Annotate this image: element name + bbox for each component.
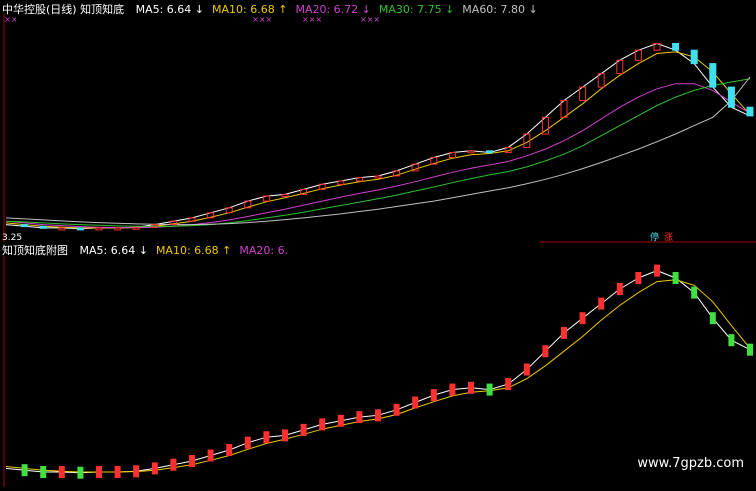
bottom-bar xyxy=(468,381,474,394)
top-mark-3: ××× xyxy=(302,15,323,24)
bottom-bar xyxy=(505,378,512,391)
bottom-line-ma10 xyxy=(5,279,751,473)
bottom-bar xyxy=(486,383,493,396)
bottom-bar xyxy=(635,272,642,284)
bottom-bar xyxy=(337,414,344,427)
bottom-bar xyxy=(654,264,660,277)
bottom-bar xyxy=(151,462,158,475)
top-line-ma30 xyxy=(5,78,751,228)
bottom-bar xyxy=(709,312,716,325)
bottom-bar xyxy=(189,455,195,467)
top-candle xyxy=(672,43,680,51)
bottom-bar xyxy=(21,464,28,477)
bottom-bar xyxy=(412,396,419,409)
bottom-bar xyxy=(226,444,233,456)
bottom-bar xyxy=(40,466,47,478)
bottom-bar xyxy=(58,466,65,478)
top-ma-3: MA30: 7.75 ↓ xyxy=(378,3,455,16)
top-ma-1: MA10: 6.68 ↑ xyxy=(212,3,288,16)
bottom-bar xyxy=(300,423,307,436)
bottom-bar xyxy=(375,409,381,422)
bottom-panel-ma-legend: MA5: 6.64 ↓ MA10: 6.68 ↑ MA20: 6. xyxy=(80,244,297,257)
top-ma-4: MA60: 7.80 ↓ xyxy=(462,3,538,16)
top-mark-4: ××× xyxy=(360,15,381,24)
bottom-panel-bars xyxy=(21,264,753,479)
top-candle xyxy=(727,86,735,108)
top-mark-1: ×× xyxy=(4,15,18,24)
top-panel-header: 中华控股(日线) 知顶知底 MA5: 6.64 ↓ MA10: 6.68 ↑ MA2… xyxy=(2,3,554,16)
bottom-bar xyxy=(356,411,363,424)
top-candle xyxy=(709,63,717,88)
badge-halt: 停 xyxy=(650,233,660,243)
bottom-ma-2: MA20: 6. xyxy=(239,244,289,257)
bottom-bar xyxy=(393,403,400,416)
top-candle xyxy=(76,227,84,231)
watermark: www.7gpzb.com xyxy=(637,456,744,471)
top-line-ma20 xyxy=(5,83,751,229)
top-line-ma10 xyxy=(5,51,751,229)
bottom-bar xyxy=(319,418,326,431)
bottom-bar xyxy=(523,363,530,376)
bottom-bar xyxy=(542,345,549,358)
bottom-bar xyxy=(579,312,586,325)
bottom-bar xyxy=(728,334,735,347)
bottom-bar xyxy=(691,286,698,299)
bottom-bar xyxy=(672,272,679,284)
top-candle xyxy=(114,227,122,231)
bottom-bar xyxy=(96,466,102,478)
badge-rise: 涨 xyxy=(664,233,674,243)
top-candle xyxy=(746,106,754,117)
top-candle xyxy=(467,150,475,154)
top-candle xyxy=(486,150,494,154)
bottom-bar xyxy=(561,326,567,339)
bottom-bar xyxy=(207,449,214,462)
bottom-bar xyxy=(747,343,753,356)
top-candle xyxy=(690,49,698,65)
bottom-bar xyxy=(114,466,121,478)
top-ma-0: MA5: 6.64 ↓ xyxy=(135,3,205,16)
bottom-panel-series xyxy=(5,270,751,474)
top-panel-series xyxy=(5,42,751,230)
bottom-bar xyxy=(598,297,605,310)
bottom-bar xyxy=(133,465,140,478)
top-candle xyxy=(132,226,140,230)
top-candle xyxy=(95,227,103,231)
top-candle xyxy=(21,224,29,228)
bottom-bar xyxy=(263,431,270,444)
bottom-line-ma5 xyxy=(5,270,751,474)
bottom-bar xyxy=(430,389,437,402)
top-candle xyxy=(39,225,47,229)
bottom-bar xyxy=(244,436,251,449)
top-mark-2: ××× xyxy=(252,15,273,24)
bottom-ma-0: MA5: 6.64 ↓ xyxy=(79,244,148,257)
top-candle xyxy=(58,227,66,231)
top-panel-ma-legend: MA5: 6.64 ↓ MA10: 6.68 ↑ MA20: 6.72 ↓ MA30:… xyxy=(136,3,546,16)
bottom-panel-header: 知顶知底附图 MA5: 6.64 ↓ MA10: 6.68 ↑ MA20: 6. xyxy=(2,244,304,257)
bottom-ma-1: MA10: 6.68 ↑ xyxy=(155,244,232,257)
bottom-panel-title: 知顶知底附图 xyxy=(2,244,68,257)
top-panel-candles xyxy=(21,43,754,231)
bottom-bar xyxy=(616,283,623,295)
bottom-bar xyxy=(77,466,84,479)
bottom-bar xyxy=(170,458,177,471)
top-candle xyxy=(374,175,382,179)
bottom-bar xyxy=(449,383,456,396)
top-line-ma60 xyxy=(5,76,751,226)
top-candle xyxy=(281,193,289,197)
top-line-ma5 xyxy=(5,42,751,230)
bottom-bar xyxy=(282,429,288,442)
top-panel-title: 中华控股(日线) 知顶知底 xyxy=(2,3,125,16)
chart-stage: 中华控股(日线) 知顶知底 MA5: 6.64 ↓ MA10: 6.68 ↑ MA2… xyxy=(0,0,756,487)
